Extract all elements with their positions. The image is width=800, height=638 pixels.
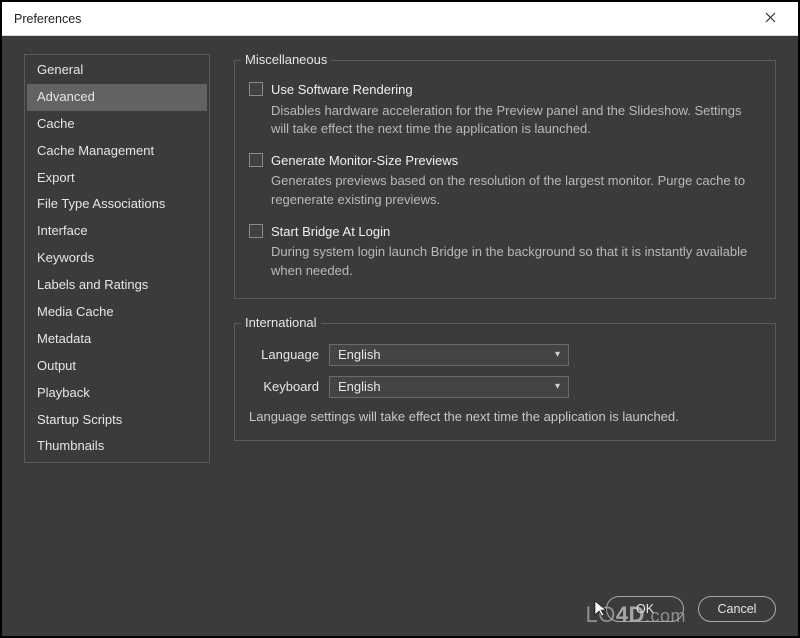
- sidebar-item-cache-management[interactable]: Cache Management: [27, 138, 207, 165]
- option-label: Use Software Rendering: [271, 81, 761, 99]
- row-language: Language English ▾: [249, 344, 761, 366]
- ok-button[interactable]: OK: [606, 596, 684, 622]
- sidebar-item-general[interactable]: General: [27, 57, 207, 84]
- sidebar-item-advanced[interactable]: Advanced: [27, 84, 207, 111]
- sidebar-item-labels-and-ratings[interactable]: Labels and Ratings: [27, 272, 207, 299]
- close-icon: [765, 10, 776, 27]
- checkbox-monitor-size-previews[interactable]: [249, 153, 263, 167]
- sidebar-item-file-type-associations[interactable]: File Type Associations: [27, 191, 207, 218]
- sidebar-item-playback[interactable]: Playback: [27, 380, 207, 407]
- sidebar-item-export[interactable]: Export: [27, 165, 207, 192]
- sidebar-item-metadata[interactable]: Metadata: [27, 326, 207, 353]
- option-monitor-size-previews: Generate Monitor-Size Previews Generates…: [249, 152, 761, 209]
- option-software-rendering: Use Software Rendering Disables hardware…: [249, 81, 761, 138]
- language-note: Language settings will take effect the n…: [249, 408, 761, 426]
- option-desc: Disables hardware acceleration for the P…: [271, 102, 761, 138]
- select-keyboard[interactable]: English ▾: [329, 376, 569, 398]
- row-keyboard: Keyboard English ▾: [249, 376, 761, 398]
- cancel-button[interactable]: Cancel: [698, 596, 776, 622]
- group-international: International Language English ▾ Keyboar…: [234, 323, 776, 441]
- option-start-at-login: Start Bridge At Login During system logi…: [249, 223, 761, 280]
- group-label: International: [241, 315, 321, 330]
- option-content: Generate Monitor-Size Previews Generates…: [271, 152, 761, 209]
- select-language[interactable]: English ▾: [329, 344, 569, 366]
- option-desc: During system login launch Bridge in the…: [271, 243, 761, 279]
- select-value: English: [338, 347, 381, 362]
- sidebar: General Advanced Cache Cache Management …: [24, 54, 210, 463]
- footer-buttons: OK Cancel: [606, 596, 776, 622]
- sidebar-item-keywords[interactable]: Keywords: [27, 245, 207, 272]
- sidebar-item-media-cache[interactable]: Media Cache: [27, 299, 207, 326]
- sidebar-item-cache[interactable]: Cache: [27, 111, 207, 138]
- option-content: Use Software Rendering Disables hardware…: [271, 81, 761, 138]
- label-language: Language: [249, 347, 319, 362]
- option-content: Start Bridge At Login During system logi…: [271, 223, 761, 280]
- main-panel: Miscellaneous Use Software Rendering Dis…: [234, 54, 776, 624]
- select-value: English: [338, 379, 381, 394]
- option-label: Start Bridge At Login: [271, 223, 761, 241]
- group-label: Miscellaneous: [241, 52, 331, 67]
- close-button[interactable]: [750, 4, 790, 34]
- label-keyboard: Keyboard: [249, 379, 319, 394]
- sidebar-item-thumbnails[interactable]: Thumbnails: [27, 433, 207, 460]
- preferences-window: Preferences General Advanced Cache Cache…: [2, 2, 798, 636]
- sidebar-item-output[interactable]: Output: [27, 353, 207, 380]
- sidebar-item-interface[interactable]: Interface: [27, 218, 207, 245]
- chevron-down-icon: ▾: [555, 349, 560, 360]
- checkbox-software-rendering[interactable]: [249, 82, 263, 96]
- titlebar: Preferences: [2, 2, 798, 36]
- option-desc: Generates previews based on the resoluti…: [271, 172, 761, 208]
- chevron-down-icon: ▾: [555, 381, 560, 392]
- group-miscellaneous: Miscellaneous Use Software Rendering Dis…: [234, 60, 776, 299]
- cursor-icon: [593, 599, 617, 617]
- window-title: Preferences: [14, 12, 750, 26]
- option-label: Generate Monitor-Size Previews: [271, 152, 761, 170]
- dialog-body: General Advanced Cache Cache Management …: [2, 36, 798, 636]
- sidebar-item-startup-scripts[interactable]: Startup Scripts: [27, 407, 207, 434]
- checkbox-start-at-login[interactable]: [249, 224, 263, 238]
